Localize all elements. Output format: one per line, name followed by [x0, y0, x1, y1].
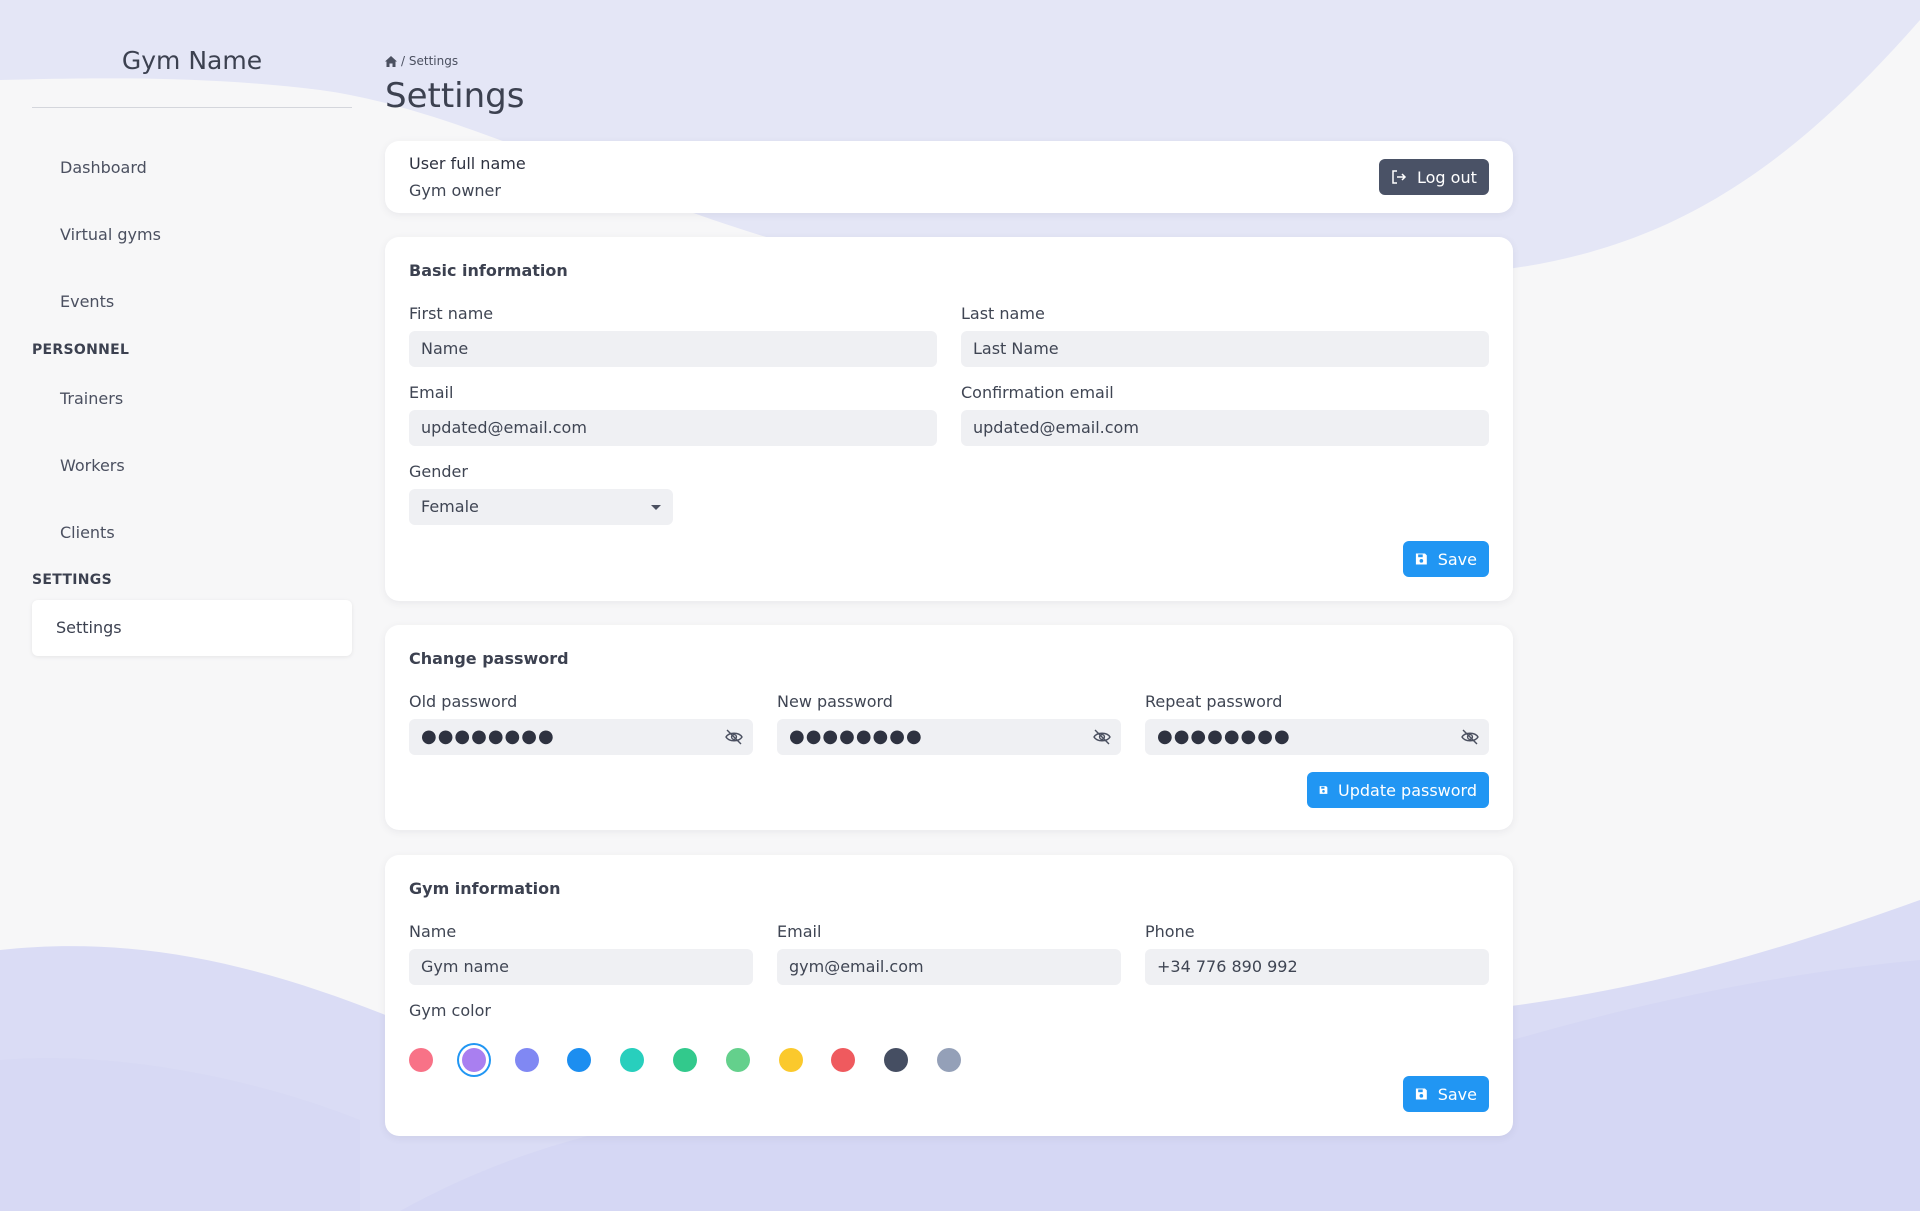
gym-info-card: Gym information Name Gym name Email gym@… — [385, 855, 1513, 1136]
old-password-input[interactable]: ●●●●●●●● — [409, 719, 753, 755]
repeat-password-input[interactable]: ●●●●●●●● — [1145, 719, 1489, 755]
user-card: User full name Gym owner Log out — [385, 141, 1513, 213]
first-name-label: First name — [409, 304, 494, 323]
logout-label: Log out — [1417, 167, 1477, 187]
logout-icon — [1392, 170, 1407, 184]
gym-phone-label: Phone — [1145, 922, 1195, 941]
gym-color-label: Gym color — [409, 1001, 491, 1020]
save-label: Save — [1437, 549, 1477, 569]
gender-label: Gender — [409, 462, 468, 481]
gym-color-swatch[interactable] — [831, 1048, 856, 1072]
user-role: Gym owner — [409, 181, 501, 200]
repeat-password-mask: ●●●●●●●● — [1157, 726, 1291, 747]
repeat-password-label: Repeat password — [1145, 692, 1283, 711]
gym-color-swatch[interactable] — [937, 1048, 961, 1072]
eye-slash-icon[interactable] — [725, 729, 743, 745]
gym-email-input[interactable]: gym@email.com — [777, 949, 1121, 985]
change-password-title: Change password — [409, 649, 569, 668]
user-full-name: User full name — [409, 154, 526, 173]
old-password-label: Old password — [409, 692, 518, 711]
new-password-input[interactable]: ●●●●●●●● — [777, 719, 1121, 755]
basic-info-title: Basic information — [409, 261, 568, 280]
sidebar-item-clients[interactable]: Clients — [60, 523, 115, 542]
update-password-button[interactable]: Update password — [1307, 772, 1489, 808]
gym-color-swatch[interactable] — [884, 1048, 909, 1072]
update-password-label: Update password — [1338, 780, 1477, 800]
gym-color-swatch[interactable] — [673, 1048, 697, 1072]
basic-info-card: Basic information First name Name Last n… — [385, 237, 1513, 601]
last-name-input[interactable]: Last Name — [961, 331, 1489, 367]
save-gym-info-button[interactable]: Save — [1403, 1076, 1489, 1112]
new-password-label: New password — [777, 692, 893, 711]
sidebar-item-virtual-gyms[interactable]: Virtual gyms — [60, 225, 161, 244]
sidebar-item-workers[interactable]: Workers — [60, 456, 125, 475]
sidebar-item-events[interactable]: Events — [60, 292, 114, 311]
gender-value: Female — [421, 497, 479, 516]
gym-phone-input[interactable]: +34 776 890 992 — [1145, 949, 1489, 985]
gender-select[interactable]: Female — [409, 489, 673, 525]
gym-color-swatch[interactable] — [567, 1048, 592, 1072]
change-password-card: Change password Old password ●●●●●●●● Ne… — [385, 625, 1513, 830]
gym-color-swatch[interactable] — [725, 1048, 750, 1072]
gym-color-swatch[interactable] — [461, 1048, 486, 1072]
gym-color-swatch[interactable] — [409, 1048, 433, 1072]
sidebar: Gym Name Dashboard Virtual gyms Events P… — [32, 0, 352, 1211]
page-title: Settings — [385, 76, 525, 116]
sidebar-item-settings[interactable]: Settings — [32, 600, 352, 656]
save-basic-info-button[interactable]: Save — [1403, 541, 1489, 577]
floppy-disk-icon — [1319, 786, 1328, 794]
gym-color-swatch[interactable] — [620, 1048, 645, 1072]
save-label: Save — [1437, 1084, 1477, 1104]
section-personnel: PERSONNEL — [32, 342, 130, 358]
new-password-mask: ●●●●●●●● — [789, 726, 923, 747]
first-name-input[interactable]: Name — [409, 331, 937, 367]
gym-info-title: Gym information — [409, 879, 561, 898]
home-icon[interactable] — [385, 55, 397, 67]
gym-color-swatch[interactable] — [514, 1048, 539, 1072]
section-settings: SETTINGS — [32, 572, 112, 588]
confirm-email-input[interactable]: updated@email.com — [961, 410, 1489, 446]
chevron-down-icon — [651, 505, 661, 510]
old-password-mask: ●●●●●●●● — [421, 726, 555, 747]
floppy-disk-icon — [1415, 1088, 1427, 1100]
breadcrumb: / Settings — [385, 54, 458, 68]
gym-name-input[interactable]: Gym name — [409, 949, 753, 985]
eye-slash-icon[interactable] — [1093, 729, 1111, 745]
gym-name-label: Name — [409, 922, 457, 941]
breadcrumb-current: / Settings — [401, 54, 459, 68]
last-name-label: Last name — [961, 304, 1045, 323]
sidebar-item-trainers[interactable]: Trainers — [60, 389, 123, 408]
email-input[interactable]: updated@email.com — [409, 410, 937, 446]
sidebar-divider — [32, 107, 352, 108]
email-label: Email — [409, 383, 454, 402]
eye-slash-icon[interactable] — [1461, 729, 1479, 745]
gym-email-label: Email — [777, 922, 822, 941]
brand-title: Gym Name — [121, 46, 263, 75]
gym-color-swatch[interactable] — [778, 1048, 803, 1072]
floppy-disk-icon — [1415, 553, 1427, 565]
logout-button[interactable]: Log out — [1379, 159, 1489, 195]
confirm-email-label: Confirmation email — [961, 383, 1114, 402]
sidebar-item-dashboard[interactable]: Dashboard — [60, 158, 147, 177]
